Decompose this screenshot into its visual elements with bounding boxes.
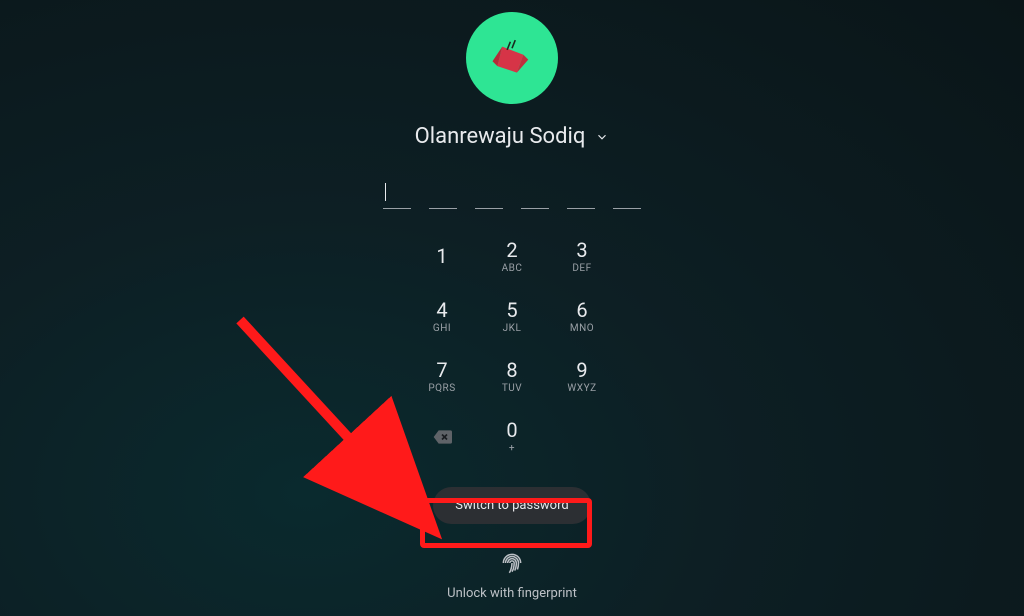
key-8[interactable]: 8 TUV [477, 347, 547, 407]
key-1[interactable]: 1 [407, 227, 477, 287]
chevron-down-icon [595, 130, 609, 144]
pin-slot [475, 179, 503, 209]
pin-entry[interactable] [383, 179, 641, 209]
backspace-button[interactable] [407, 407, 477, 467]
key-6[interactable]: 6 MNO [547, 287, 617, 347]
pin-slot [567, 179, 595, 209]
pin-slot [383, 179, 411, 209]
username-label: Olanrewaju Sodiq [415, 124, 586, 149]
keypad-spacer [547, 407, 617, 467]
pin-slot [429, 179, 457, 209]
key-9[interactable]: 9 WXYZ [547, 347, 617, 407]
username-dropdown[interactable]: Olanrewaju Sodiq [415, 124, 610, 149]
fingerprint-hint: Unlock with fingerprint [447, 586, 577, 601]
pin-slot [521, 179, 549, 209]
backspace-icon [432, 427, 452, 447]
pin-slot [613, 179, 641, 209]
fingerprint-icon[interactable] [499, 550, 525, 576]
pin-keypad: 1 2 ABC 3 DEF 4 GHI 5 JKL 6 MNO 7 PQRS 8… [407, 227, 617, 407]
key-2[interactable]: 2 ABC [477, 227, 547, 287]
keypad-bottom-row: 0 + [407, 407, 617, 467]
key-0[interactable]: 0 + [477, 407, 547, 467]
key-4[interactable]: 4 GHI [407, 287, 477, 347]
avatar-image [486, 32, 538, 84]
key-3[interactable]: 3 DEF [547, 227, 617, 287]
user-avatar[interactable] [466, 12, 558, 104]
key-5[interactable]: 5 JKL [477, 287, 547, 347]
switch-to-password-button[interactable]: Switch to password [433, 487, 590, 524]
key-7[interactable]: 7 PQRS [407, 347, 477, 407]
